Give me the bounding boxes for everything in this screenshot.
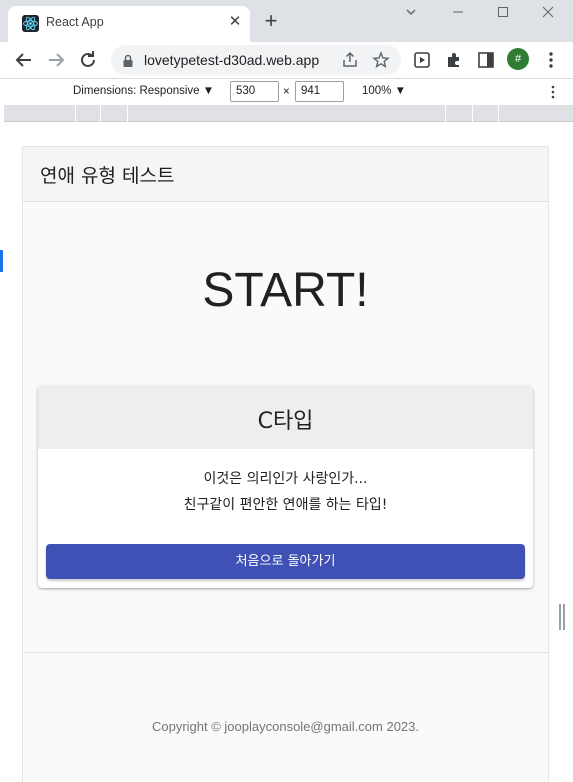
close-tab-icon[interactable]: ✕ — [226, 12, 244, 30]
browser-toolbar: lovetypetest-d30ad.web.app — [0, 42, 573, 78]
hero-heading: START! — [202, 264, 369, 317]
media-query-ruler[interactable] — [4, 105, 573, 122]
profile-avatar[interactable]: # — [507, 48, 529, 70]
viewport-width-input[interactable]: 530 — [230, 81, 279, 102]
app-page: 연애 유형 테스트 START! C타입 이것은 의리인가 사랑인가... 친구… — [22, 146, 549, 782]
address-bar[interactable]: lovetypetest-d30ad.web.app — [111, 45, 401, 75]
ruler-marker — [75, 105, 76, 122]
app-header: 연애 유형 테스트 — [23, 147, 548, 202]
side-panel-icon[interactable] — [476, 50, 496, 70]
viewport-height-input[interactable]: 941 — [295, 81, 344, 102]
ruler-marker — [100, 105, 101, 122]
lock-icon[interactable] — [122, 53, 134, 72]
device-toolbar-more-icon[interactable] — [546, 83, 560, 105]
tab-strip: React App ✕ + — [0, 0, 573, 42]
result-card-header: C타입 — [38, 386, 533, 449]
tab-title: React App — [46, 15, 104, 29]
media-icon[interactable] — [412, 50, 432, 70]
close-window-icon[interactable] — [533, 4, 563, 22]
result-description-line: 친구같이 편안한 연애를 하는 타입! — [183, 497, 388, 513]
result-card: C타입 이것은 의리인가 사랑인가... 친구같이 편안한 연애를 하는 타입!… — [38, 386, 533, 588]
maximize-icon[interactable] — [488, 4, 518, 22]
go-back-to-start-button[interactable]: 처음으로 돌아가기 — [46, 544, 525, 579]
new-tab-button[interactable]: + — [260, 10, 282, 32]
page-title: 연애 유형 테스트 — [40, 165, 175, 187]
ruler-marker — [472, 105, 473, 122]
minimize-icon[interactable] — [443, 4, 473, 22]
times-sign: × — [283, 86, 290, 98]
browser-tab[interactable]: React App ✕ — [8, 6, 250, 42]
result-description: 이것은 의리인가 사랑인가... 친구같이 편안한 연애를 하는 타입! — [38, 466, 533, 518]
kebab-menu-icon[interactable] — [541, 50, 561, 70]
tab-search-icon[interactable] — [396, 4, 426, 22]
back-icon[interactable] — [12, 48, 36, 72]
ruler-marker — [498, 105, 499, 122]
result-description-line: 이것은 의리인가 사랑인가... — [203, 471, 368, 487]
ruler-marker — [127, 105, 128, 122]
forward-icon[interactable] — [44, 48, 68, 72]
extensions-icon[interactable] — [444, 50, 464, 70]
footer-copyright: Copyright © jooplayconsole@gmail.com 202… — [151, 719, 420, 734]
zoom-select[interactable]: 100% ▼ — [362, 85, 406, 97]
viewport-resize-handle[interactable] — [559, 604, 565, 630]
bookmark-star-icon[interactable] — [372, 51, 390, 73]
footer-divider — [23, 652, 548, 653]
share-icon[interactable] — [341, 51, 359, 73]
elements-panel-edge — [0, 250, 3, 272]
react-icon — [22, 15, 39, 32]
device-toolbar: Dimensions: Responsive ▼ 530 × 941 100% … — [0, 78, 573, 104]
dimensions-select[interactable]: Dimensions: Responsive ▼ — [73, 85, 214, 97]
result-type-title: C타입 — [257, 409, 314, 434]
ruler-marker — [445, 105, 446, 122]
reload-icon[interactable] — [76, 48, 100, 72]
url-text[interactable]: lovetypetest-d30ad.web.app — [144, 52, 319, 68]
